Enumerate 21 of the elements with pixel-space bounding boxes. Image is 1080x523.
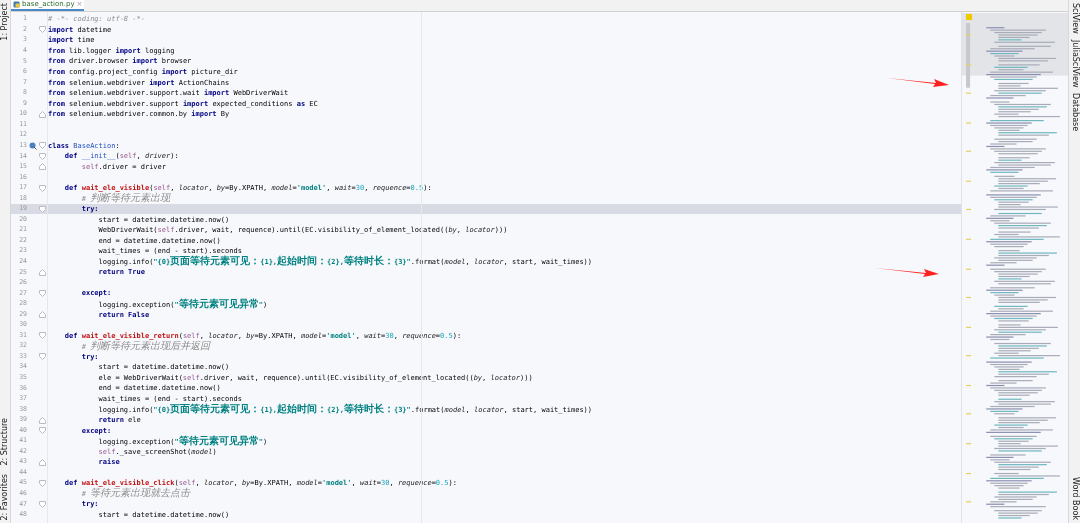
fold-icon[interactable] [39,205,46,213]
tool-window-tab[interactable]: 2: Structure [0,418,10,466]
fold-icon[interactable] [39,479,46,487]
fold-icon[interactable] [39,268,46,276]
fold-icon[interactable] [39,110,46,118]
fold-icon[interactable] [39,290,46,297]
python-file-icon [13,0,20,8]
fold-icon[interactable] [39,26,46,34]
fold-icon[interactable] [39,353,46,361]
tool-window-tab[interactable]: JuliaSciView [1069,39,1080,88]
fold-icon[interactable] [39,184,46,192]
fold-icon[interactable] [39,500,46,508]
tool-window-tab[interactable]: Database [1069,93,1080,132]
tool-window-tab[interactable]: SciView [1069,3,1080,34]
fold-icon[interactable] [39,311,46,319]
tool-window-tab[interactable]: Word Book [1069,477,1080,520]
tool-window-tab[interactable]: 1: Project [0,3,10,41]
fold-icon[interactable] [39,332,46,340]
fold-icon[interactable] [39,458,46,466]
tool-window-tab[interactable]: 2: Favorites [0,473,10,520]
override-marker-icon[interactable] [28,141,37,150]
